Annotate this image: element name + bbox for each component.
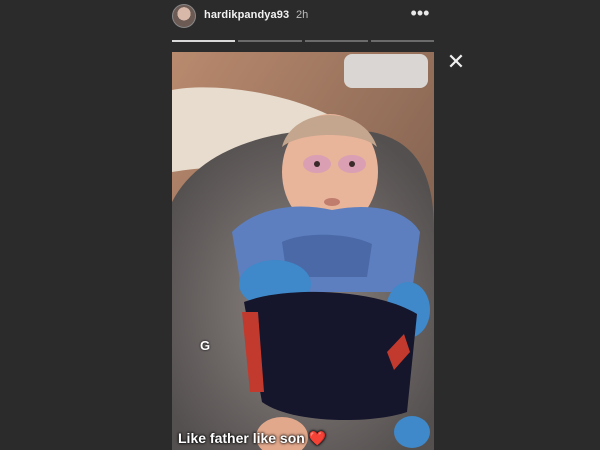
caption-text: Like father like son <box>178 430 305 446</box>
story-caption: Like father like son ❤️ <box>178 430 326 447</box>
story-header: hardikpandya93 2h ••• <box>0 0 600 36</box>
heart-emoji-icon: ❤️ <box>308 430 327 446</box>
sticker-letter: G <box>200 338 211 353</box>
close-icon[interactable]: ✕ <box>444 50 468 74</box>
more-options-icon[interactable]: ••• <box>408 3 432 23</box>
story-media[interactable]: G Like father like son ❤️ <box>172 52 434 450</box>
story-photo <box>172 52 434 450</box>
progress-segment <box>172 40 236 42</box>
progress-segment <box>370 40 434 42</box>
progress-segment <box>304 40 368 42</box>
story-progress-bar <box>172 40 434 43</box>
user-avatar[interactable] <box>172 4 196 28</box>
username[interactable]: hardikpandya93 <box>204 9 289 21</box>
progress-segment <box>238 40 302 42</box>
post-time: 2h <box>296 9 309 21</box>
